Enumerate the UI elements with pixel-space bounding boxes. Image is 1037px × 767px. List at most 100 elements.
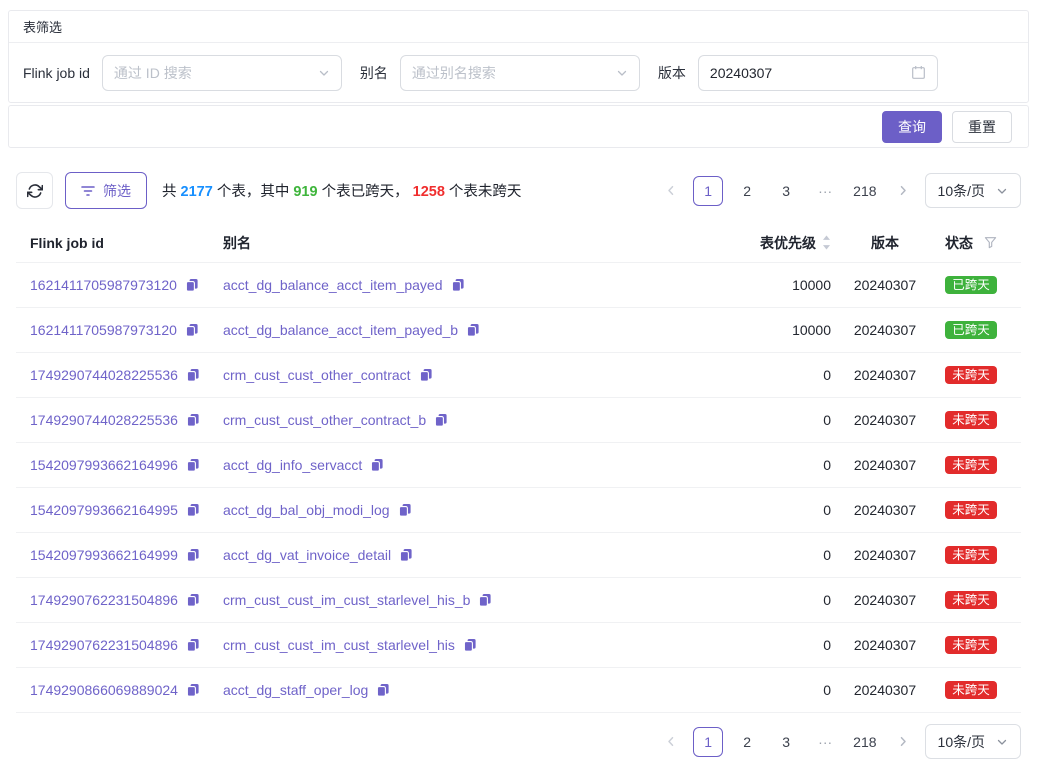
pagination-page-2[interactable]: 2 — [732, 176, 762, 206]
filter-actions-card: 查询 重置 — [8, 105, 1029, 148]
copy-icon[interactable] — [478, 593, 492, 607]
flink-job-id-cell: 1621411705987973120 — [30, 277, 223, 293]
filter-button[interactable]: 筛选 — [65, 172, 147, 209]
sorter-icon[interactable] — [822, 235, 831, 250]
alias-cell: crm_cust_cust_other_contract_b — [223, 412, 729, 428]
flink-job-id-link[interactable]: 1749290762231504896 — [30, 637, 178, 653]
flink-job-id-link[interactable]: 1749290744028225536 — [30, 412, 178, 428]
flink-job-id-link[interactable]: 1749290762231504896 — [30, 592, 178, 608]
copy-icon[interactable] — [434, 413, 448, 427]
pagination-prev-button[interactable] — [658, 177, 684, 205]
alias-link[interactable]: crm_cust_cust_other_contract — [223, 367, 411, 383]
pagination-page-3[interactable]: 3 — [771, 727, 801, 757]
status-badge: 已跨天 — [945, 321, 997, 340]
flink-job-id-cell: 1542097993662164999 — [30, 547, 223, 563]
copy-icon[interactable] — [186, 638, 200, 652]
flink-job-id-cell: 1542097993662164996 — [30, 457, 223, 473]
flink-job-id-link[interactable]: 1621411705987973120 — [30, 277, 177, 293]
version-date-input[interactable]: 20240307 — [698, 55, 938, 91]
page-size-select[interactable]: 10条/页 — [925, 173, 1021, 208]
summary-total-count: 2177 — [181, 184, 213, 200]
pagination-page-3[interactable]: 3 — [771, 176, 801, 206]
copy-icon[interactable] — [376, 683, 390, 697]
pagination-page-1[interactable]: 1 — [693, 176, 723, 206]
calendar-icon — [911, 65, 926, 80]
column-header-priority[interactable]: 表优先级 — [729, 233, 841, 253]
search-button[interactable]: 查询 — [882, 111, 942, 143]
pagination-page-1[interactable]: 1 — [693, 727, 723, 757]
copy-icon[interactable] — [186, 413, 200, 427]
pagination-prev-button[interactable] — [658, 728, 684, 756]
alias-link[interactable]: crm_cust_cust_other_contract_b — [223, 412, 426, 428]
status-header-label: 状态 — [945, 233, 973, 253]
alias-link[interactable]: acct_dg_balance_acct_item_payed — [223, 277, 443, 293]
version-cell: 20240307 — [841, 457, 929, 473]
flink-job-id-cell: 1621411705987973120 — [30, 322, 223, 338]
copy-icon[interactable] — [399, 548, 413, 562]
flink-job-id-placeholder: 通过 ID 搜索 — [114, 63, 192, 83]
alias-link[interactable]: acct_dg_staff_oper_log — [223, 682, 368, 698]
status-cell: 已跨天 — [929, 321, 1013, 340]
status-cell: 未跨天 — [929, 501, 1013, 520]
alias-link[interactable]: acct_dg_bal_obj_modi_log — [223, 502, 390, 518]
copy-icon[interactable] — [186, 683, 200, 697]
alias-link[interactable]: crm_cust_cust_im_cust_starlevel_his — [223, 637, 455, 653]
copy-icon[interactable] — [186, 548, 200, 562]
copy-icon[interactable] — [398, 503, 412, 517]
copy-icon[interactable] — [186, 458, 200, 472]
priority-cell: 0 — [729, 367, 841, 383]
flink-job-id-link[interactable]: 1542097993662164999 — [30, 547, 178, 563]
alias-link[interactable]: crm_cust_cust_im_cust_starlevel_his_b — [223, 592, 470, 608]
column-header-version: 版本 — [841, 233, 929, 253]
flink-job-id-label: Flink job id — [23, 65, 90, 81]
flink-job-id-link[interactable]: 1542097993662164995 — [30, 502, 178, 518]
refresh-button[interactable] — [16, 172, 53, 209]
copy-icon[interactable] — [186, 368, 200, 382]
copy-icon[interactable] — [186, 593, 200, 607]
status-cell: 已跨天 — [929, 276, 1013, 295]
alias-link[interactable]: acct_dg_balance_acct_item_payed_b — [223, 322, 458, 338]
table-row: 1749290744028225536 crm_cust_cust_other_… — [16, 353, 1021, 398]
pagination-page-218[interactable]: 218 — [849, 176, 880, 206]
flink-job-id-link[interactable]: 1621411705987973120 — [30, 322, 177, 338]
pagination-next-button[interactable] — [890, 177, 916, 205]
alias-cell: acct_dg_balance_acct_item_payed — [223, 277, 729, 293]
copy-icon[interactable] — [185, 323, 199, 337]
version-label: 版本 — [658, 63, 686, 83]
pagination-page-2[interactable]: 2 — [732, 727, 762, 757]
flink-job-id-link[interactable]: 1749290866069889024 — [30, 682, 178, 698]
flink-job-id-select[interactable]: 通过 ID 搜索 — [102, 55, 342, 91]
copy-icon[interactable] — [466, 323, 480, 337]
flink-job-id-link[interactable]: 1542097993662164996 — [30, 457, 178, 473]
filter-card-title: 表筛选 — [9, 11, 1028, 43]
priority-cell: 0 — [729, 457, 841, 473]
flink-job-id-link[interactable]: 1749290744028225536 — [30, 367, 178, 383]
table-summary: 共 2177 个表，其中 919 个表已跨天， 1258 个表未跨天 — [162, 180, 521, 201]
alias-cell: crm_cust_cust_other_contract — [223, 367, 729, 383]
pagination: 123···21810条/页 — [658, 173, 1021, 208]
filter-card-title-text: 表筛选 — [23, 17, 62, 36]
version-cell: 20240307 — [841, 277, 929, 293]
alias-cell: crm_cust_cust_im_cust_starlevel_his_b — [223, 592, 729, 608]
copy-icon[interactable] — [419, 368, 433, 382]
alias-link[interactable]: acct_dg_info_servacct — [223, 457, 362, 473]
alias-cell: acct_dg_vat_invoice_detail — [223, 547, 729, 563]
pagination-page-218[interactable]: 218 — [849, 727, 880, 757]
alias-select[interactable]: 通过别名搜索 — [400, 55, 640, 91]
table-row: 1542097993662164999 acct_dg_vat_invoice_… — [16, 533, 1021, 578]
version-cell: 20240307 — [841, 682, 929, 698]
alias-link[interactable]: acct_dg_vat_invoice_detail — [223, 547, 391, 563]
priority-cell: 0 — [729, 502, 841, 518]
copy-icon[interactable] — [451, 278, 465, 292]
copy-icon[interactable] — [370, 458, 384, 472]
reset-button[interactable]: 重置 — [952, 111, 1012, 143]
pagination-next-button[interactable] — [890, 728, 916, 756]
copy-icon[interactable] — [186, 503, 200, 517]
filter-funnel-icon[interactable] — [984, 236, 997, 249]
page-size-select[interactable]: 10条/页 — [925, 724, 1021, 759]
table: Flink job id 别名 表优先级 版本 状态 1621411705987… — [16, 223, 1021, 713]
copy-icon[interactable] — [185, 278, 199, 292]
chevron-down-icon — [318, 67, 330, 79]
copy-icon[interactable] — [463, 638, 477, 652]
version-cell: 20240307 — [841, 367, 929, 383]
